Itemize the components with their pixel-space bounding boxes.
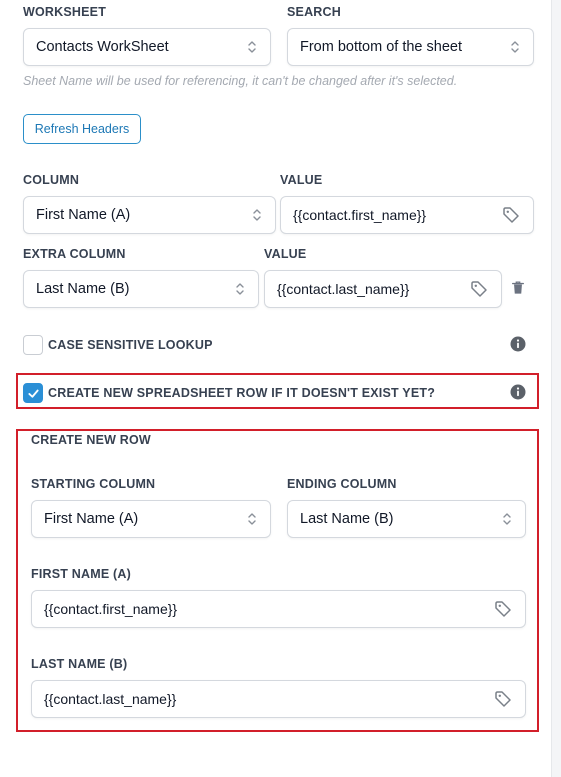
extra-column-select[interactable]: Last Name (B)	[23, 270, 259, 308]
tag-icon[interactable]	[469, 279, 489, 299]
tag-icon[interactable]	[493, 689, 513, 709]
chevron-up-down-icon	[248, 513, 256, 525]
worksheet-select[interactable]: Contacts WorkSheet	[23, 28, 271, 66]
ending-column-value: Last Name (B)	[300, 511, 394, 527]
tag-icon[interactable]	[501, 205, 521, 225]
info-icon[interactable]	[510, 384, 526, 400]
scrollbar-track[interactable]	[551, 0, 561, 777]
starting-column-select[interactable]: First Name (A)	[31, 500, 271, 538]
value-input-text: {{contact.first_name}}	[293, 207, 427, 223]
info-icon[interactable]	[510, 336, 526, 352]
chevron-up-down-icon	[503, 513, 511, 525]
case-sensitive-label: CASE SENSITIVE LOOKUP	[48, 338, 213, 352]
extra-value-input[interactable]: {{contact.last_name}}	[264, 270, 502, 308]
ending-column-label: ENDING COLUMN	[287, 477, 397, 491]
create-row-checkbox[interactable]	[23, 383, 43, 403]
first-name-input-text: {{contact.first_name}}	[44, 601, 178, 617]
extra-value-label: VALUE	[264, 247, 307, 261]
chevron-up-down-icon	[511, 41, 519, 53]
last-name-input[interactable]: {{contact.last_name}}	[31, 680, 526, 718]
trash-icon[interactable]	[511, 280, 525, 295]
last-name-input-text: {{contact.last_name}}	[44, 691, 177, 707]
column-select-value: First Name (A)	[36, 207, 131, 223]
worksheet-label: WORKSHEET	[23, 5, 107, 19]
last-name-label: LAST NAME (B)	[31, 657, 128, 671]
sheet-name-hint: Sheet Name will be used for referencing,…	[23, 74, 458, 88]
tag-icon[interactable]	[493, 599, 513, 619]
extra-value-input-text: {{contact.last_name}}	[277, 281, 410, 297]
case-sensitive-checkbox[interactable]	[23, 335, 43, 355]
refresh-headers-button[interactable]: Refresh Headers	[23, 114, 141, 144]
extra-column-select-value: Last Name (B)	[36, 281, 130, 297]
first-name-label: FIRST NAME (A)	[31, 567, 132, 581]
check-icon	[27, 389, 39, 398]
search-label: SEARCH	[287, 5, 341, 19]
value-input[interactable]: {{contact.first_name}}	[280, 196, 534, 234]
column-select[interactable]: First Name (A)	[23, 196, 276, 234]
chevron-up-down-icon	[236, 283, 244, 295]
starting-column-value: First Name (A)	[44, 511, 139, 527]
first-name-input[interactable]: {{contact.first_name}}	[31, 590, 526, 628]
search-select-value: From bottom of the sheet	[300, 39, 462, 55]
create-new-row-heading: CREATE NEW ROW	[31, 433, 151, 447]
chevron-up-down-icon	[253, 209, 261, 221]
value-label: VALUE	[280, 173, 323, 187]
worksheet-select-value: Contacts WorkSheet	[36, 39, 169, 55]
extra-column-label: EXTRA COLUMN	[23, 247, 126, 261]
create-row-label: CREATE NEW SPREADSHEET ROW IF IT DOESN'T…	[48, 386, 436, 400]
ending-column-select[interactable]: Last Name (B)	[287, 500, 526, 538]
search-select[interactable]: From bottom of the sheet	[287, 28, 534, 66]
column-label: COLUMN	[23, 173, 80, 187]
chevron-up-down-icon	[248, 41, 256, 53]
starting-column-label: STARTING COLUMN	[31, 477, 156, 491]
